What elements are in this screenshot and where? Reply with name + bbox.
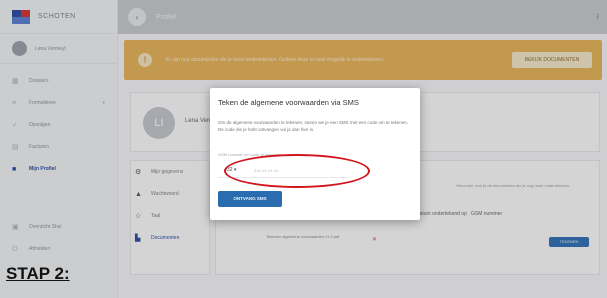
- sidebar-item-mijn-profiel[interactable]: ■ Mijn Profiel: [0, 158, 117, 180]
- star-icon: ☆: [135, 213, 142, 220]
- sidebar-item-label: Opvolgen: [29, 122, 51, 128]
- sidebar-item-dossiers[interactable]: ▦ Dossiers: [0, 70, 117, 92]
- sidebar: SCHOTEN Lena Vermeyl ▦ Dossiers ≡ Formul…: [0, 0, 118, 298]
- menu-item-taal[interactable]: ☆ Taal: [131, 205, 209, 227]
- grid-icon: ▦: [12, 77, 19, 85]
- sidebar-item-label: Mijn Profiel: [29, 166, 56, 172]
- sidebar-item-facturen[interactable]: ▤ Facturen: [0, 136, 117, 158]
- sidebar-item-label: Afmelden: [29, 246, 51, 252]
- more-menu-icon[interactable]: ⁝: [596, 12, 599, 21]
- avatar: [12, 41, 27, 56]
- page-title: Profiel: [156, 13, 176, 21]
- document-name[interactable]: Tekenen algemene voorwaarden v1.0.pdf: [266, 234, 346, 240]
- brand-logo-icon: [12, 9, 30, 24]
- list-icon: ≡: [12, 99, 17, 107]
- sidebar-user[interactable]: Lena Vermeyl: [0, 34, 117, 64]
- box-icon: ▣: [12, 223, 19, 231]
- menu-item-label: Documenten: [151, 235, 180, 241]
- menu-item-documenten[interactable]: ▙ Documenten: [131, 227, 209, 249]
- modal-title: Teken de algemene voorwaarden via SMS: [218, 98, 359, 107]
- menu-item-wachtwoord[interactable]: ▲ Wachtwoord: [131, 183, 209, 205]
- sidebar-nav: ▦ Dossiers ≡ Formulieren ▾ ✓ Opvolgen ▤ …: [0, 70, 117, 180]
- banner-text: Er zijn nog documenten die je moet onder…: [166, 57, 385, 63]
- sidebar-item-label: Facturen: [29, 144, 49, 150]
- menu-item-mijn-gegevens[interactable]: ⚙ Mijn gegevens: [131, 161, 209, 183]
- sidebar-item-label: Formulieren: [29, 100, 56, 106]
- chevron-down-icon: ▾: [102, 100, 105, 106]
- sidebar-bottom-nav: ▣ Overzicht Shui ⏻ Afmelden: [0, 216, 118, 260]
- warning-icon: !: [138, 53, 152, 67]
- brand: SCHOTEN: [0, 0, 117, 34]
- back-button[interactable]: ‹: [128, 8, 146, 26]
- sidebar-user-name: Lena Vermeyl: [35, 45, 66, 52]
- sidebar-item-afmelden[interactable]: ⏻ Afmelden: [0, 238, 118, 260]
- folder-icon: ■: [12, 165, 17, 173]
- sidebar-item-opvolgen[interactable]: ✓ Opvolgen: [0, 114, 117, 136]
- profile-menu: ⚙ Mijn gegevens ▲ Wachtwoord ☆ Taal ▙ Do…: [130, 160, 210, 275]
- sidebar-item-label: Dossiers: [29, 78, 49, 84]
- menu-item-label: Taal: [151, 213, 161, 219]
- view-documents-button[interactable]: BEKIJK DOCUMENTEN: [512, 52, 592, 68]
- brand-name: SCHOTEN: [38, 13, 76, 20]
- sidebar-item-label: Overzicht Shui: [29, 224, 62, 230]
- power-icon: ⏻: [12, 245, 18, 253]
- lock-icon: ▲: [135, 190, 142, 198]
- menu-item-label: Wachtwoord: [151, 191, 179, 197]
- check-icon: ✓: [12, 121, 18, 129]
- gear-icon: ⚙: [135, 169, 142, 176]
- warning-banner: ! Er zijn nog documenten die je moet ond…: [124, 40, 602, 80]
- documents-info: Hieronder vind je de documenten die je n…: [456, 183, 571, 188]
- receive-sms-button[interactable]: ONTVANG SMS: [218, 191, 282, 207]
- receipt-icon: ▤: [12, 143, 19, 151]
- annotation-circle: [224, 154, 370, 188]
- avatar: LI: [143, 107, 175, 139]
- document-icon: ▙: [135, 235, 141, 242]
- topbar: ‹ Profiel ⁝: [118, 0, 607, 34]
- column-header-gsm: GSM nummer: [471, 211, 503, 217]
- sign-document-button[interactable]: TEKENEN: [549, 237, 589, 247]
- sidebar-item-formulieren[interactable]: ≡ Formulieren ▾: [0, 92, 117, 114]
- modal-body: Om de algemene voorwaarden te tekenen, s…: [218, 120, 409, 132]
- column-header-date: Datum ondertekend op: [416, 211, 467, 217]
- sidebar-item-overzicht[interactable]: ▣ Overzicht Shui: [0, 216, 118, 238]
- chevron-left-icon: ‹: [135, 12, 139, 22]
- unsigned-status-icon: ✕: [372, 237, 378, 243]
- menu-item-label: Mijn gegevens: [151, 169, 184, 175]
- step-label: STAP 2:: [6, 264, 70, 283]
